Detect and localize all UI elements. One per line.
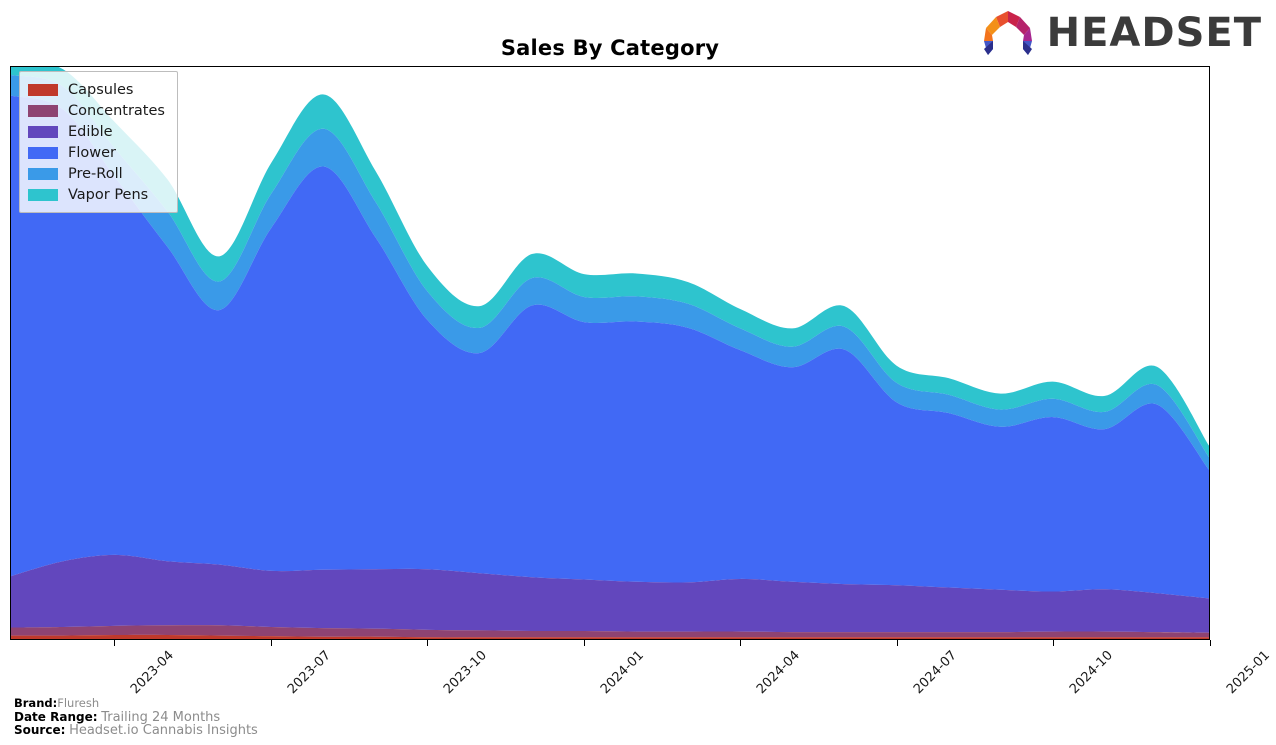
legend-swatch-vapor-pens	[28, 188, 58, 201]
chart-screenshot: Sales By Category HEADSET Capsules Concen…	[0, 0, 1276, 745]
x-tick-mark	[1210, 640, 1211, 646]
area-series-flower	[11, 95, 1209, 599]
footer-brand-label: Brand:	[14, 696, 58, 710]
footer-brand: Brand:Fluresh	[14, 696, 258, 711]
legend-swatch-concentrates	[28, 104, 58, 117]
x-tick-mark	[114, 640, 116, 646]
x-tick-mark	[270, 640, 272, 646]
x-tick-label: 2024-01	[597, 648, 647, 698]
x-tick-mark	[1053, 640, 1055, 646]
x-tick-label: 2024-04	[754, 648, 804, 698]
legend-item[interactable]: Capsules	[28, 79, 165, 100]
legend-item[interactable]: Vapor Pens	[28, 184, 165, 205]
legend-item-label: Edible	[68, 123, 113, 140]
brand-logo: HEADSET	[979, 8, 1262, 58]
footer-source-value: Headset.io Cannabis Insights	[69, 723, 258, 739]
chart-legend: Capsules Concentrates Edible Flower Pre-Roll…	[19, 71, 178, 213]
legend-item[interactable]: Pre-Roll	[28, 163, 165, 184]
legend-item-label: Concentrates	[68, 102, 165, 119]
footer-date-range-label: Date Range:	[14, 709, 98, 724]
footer-source-label: Source:	[14, 723, 66, 738]
legend-item-label: Vapor Pens	[68, 186, 149, 203]
x-tick-label: 2024-07	[910, 648, 960, 698]
legend-item[interactable]: Edible	[28, 121, 165, 142]
x-tick-mark	[896, 640, 898, 646]
logo-wordmark: HEADSET	[1046, 10, 1262, 56]
legend-item-label: Pre-Roll	[68, 165, 123, 182]
headset-logo-icon	[983, 11, 1032, 55]
legend-swatch-flower	[28, 146, 58, 159]
stacked-area-chart	[11, 67, 1209, 639]
x-tick-label: 2023-04	[128, 648, 178, 698]
chart-footer: Brand:Fluresh Date Range: Trailing 24 Mo…	[14, 696, 258, 739]
chart-plot-area: Capsules Concentrates Edible Flower Pre-Roll…	[10, 66, 1210, 640]
legend-swatch-edible	[28, 125, 58, 138]
x-tick-label: 2025-01	[1223, 648, 1273, 698]
x-tick-mark	[427, 640, 429, 646]
x-axis: 2023-04 2023-07 2023-10 2024-01 2024-04 2024-…	[10, 640, 1273, 700]
x-tick-mark	[740, 640, 742, 646]
legend-item[interactable]: Flower	[28, 142, 165, 163]
legend-swatch-pre-roll	[28, 167, 58, 180]
legend-item[interactable]: Concentrates	[28, 100, 165, 121]
legend-item-label: Capsules	[68, 81, 134, 98]
legend-swatch-capsules	[28, 83, 58, 96]
x-tick-label: 2023-07	[284, 648, 334, 698]
legend-item-label: Flower	[68, 144, 116, 161]
footer-source: Source: Headset.io Cannabis Insights	[14, 723, 258, 739]
footer-date-range: Date Range: Trailing 24 Months	[14, 709, 258, 725]
x-tick-label: 2023-10	[441, 648, 491, 698]
x-tick-label: 2024-10	[1067, 648, 1117, 698]
footer-brand-value: Fluresh	[57, 696, 100, 710]
x-tick-mark	[583, 640, 585, 646]
